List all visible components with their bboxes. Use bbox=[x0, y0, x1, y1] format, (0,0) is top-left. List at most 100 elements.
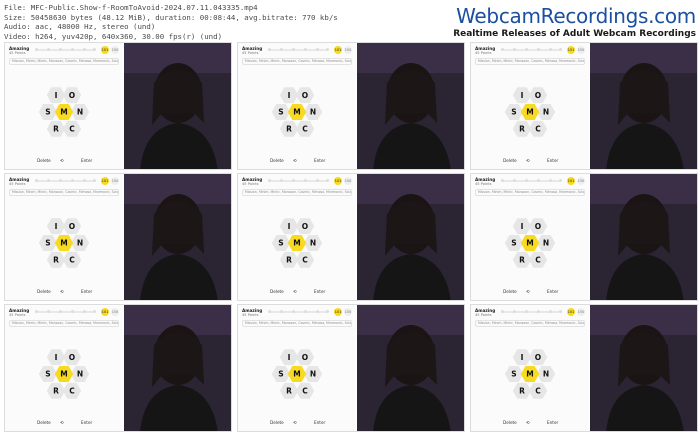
delete-button[interactable]: Delete bbox=[503, 158, 517, 163]
progress-bar bbox=[501, 48, 562, 51]
found-words-bar[interactable]: Mission, Minim, Mimic, Monsoon, Cosmic, … bbox=[242, 58, 352, 65]
shuffle-icon[interactable]: ⟲ bbox=[293, 420, 297, 425]
webcam-figure bbox=[357, 43, 464, 169]
score-header: Amazing 45 Points 101 150 bbox=[242, 46, 352, 56]
found-words-bar[interactable]: Mission, Minim, Mimic, Monsoon, Cosmic, … bbox=[475, 58, 585, 65]
shuffle-icon[interactable]: ⟲ bbox=[526, 420, 530, 425]
hive-letter: N bbox=[543, 108, 549, 117]
hive-letter: S bbox=[278, 108, 283, 117]
delete-button[interactable]: Delete bbox=[270, 289, 284, 294]
letter-hive: I ONC RS M bbox=[497, 341, 563, 407]
hive-letter: I bbox=[521, 353, 524, 362]
video-frame[interactable]: Amazing 45 Points 101 150 Mission, Minim… bbox=[237, 42, 465, 170]
shuffle-icon[interactable]: ⟲ bbox=[60, 289, 64, 294]
points-label: 45 Points bbox=[242, 51, 259, 55]
delete-button[interactable]: Delete bbox=[503, 289, 517, 294]
spelling-bee-panel: Amazing 45 Points 101 150 Mission, Minim… bbox=[5, 43, 123, 169]
score-header: Amazing 45 Points 101 150 bbox=[475, 46, 585, 56]
shuffle-icon[interactable]: ⟲ bbox=[60, 158, 64, 163]
score-badge: 101 bbox=[101, 46, 109, 54]
enter-button[interactable]: Enter bbox=[81, 289, 92, 294]
found-words-bar[interactable]: Mission, Minim, Mimic, Monsoon, Cosmic, … bbox=[242, 189, 352, 196]
hive-letter: O bbox=[535, 222, 541, 231]
hive-letter: R bbox=[519, 255, 525, 264]
enter-button[interactable]: Enter bbox=[81, 420, 92, 425]
spelling-bee-panel: Amazing 45 Points 101 150 Mission, Minim… bbox=[238, 305, 356, 431]
score-header: Amazing 45 Points 101 150 bbox=[9, 46, 119, 56]
delete-button[interactable]: Delete bbox=[37, 158, 51, 163]
video-frame[interactable]: Amazing 45 Points 101 150 Mission, Minim… bbox=[470, 304, 698, 432]
enter-button[interactable]: Enter bbox=[81, 158, 92, 163]
max-score-badge: 150 bbox=[111, 177, 119, 185]
score-badge: 101 bbox=[567, 308, 575, 316]
found-words-bar[interactable]: Mission, Minim, Mimic, Monsoon, Cosmic, … bbox=[9, 58, 119, 65]
webcam-figure bbox=[590, 43, 697, 169]
video-frame[interactable]: Amazing 45 Points 101 150 Mission, Minim… bbox=[4, 173, 232, 301]
delete-button[interactable]: Delete bbox=[270, 420, 284, 425]
hive-letter: N bbox=[310, 370, 316, 379]
hive-svg: I ONC RS M bbox=[271, 218, 323, 268]
shuffle-icon[interactable]: ⟲ bbox=[526, 158, 530, 163]
score-badge: 101 bbox=[334, 46, 342, 54]
score-badge: 101 bbox=[334, 177, 342, 185]
hive-svg: I ONC RS M bbox=[271, 349, 323, 399]
hive-letter: M bbox=[526, 108, 533, 117]
enter-button[interactable]: Enter bbox=[314, 420, 325, 425]
audio-info: Audio: aac, 48000 Hz, stereo (und) bbox=[4, 22, 156, 32]
delete-button[interactable]: Delete bbox=[37, 289, 51, 294]
delete-button[interactable]: Delete bbox=[503, 420, 517, 425]
shuffle-icon[interactable]: ⟲ bbox=[293, 289, 297, 294]
hive-letter: R bbox=[286, 386, 292, 395]
enter-button[interactable]: Enter bbox=[547, 158, 558, 163]
found-words-bar[interactable]: Mission, Minim, Mimic, Monsoon, Cosmic, … bbox=[242, 320, 352, 327]
points-label: 45 Points bbox=[475, 313, 492, 317]
progress-bar bbox=[35, 179, 96, 182]
hive-svg: I ONC RS M bbox=[38, 349, 90, 399]
found-words-bar[interactable]: Mission, Minim, Mimic, Monsoon, Cosmic, … bbox=[9, 320, 119, 327]
spelling-bee-panel: Amazing 45 Points 101 150 Mission, Minim… bbox=[471, 174, 589, 300]
points-label: 45 Points bbox=[9, 182, 26, 186]
max-score-badge: 150 bbox=[344, 308, 352, 316]
video-frame[interactable]: Amazing 45 Points 101 150 Mission, Minim… bbox=[4, 304, 232, 432]
delete-button[interactable]: Delete bbox=[37, 420, 51, 425]
video-frame[interactable]: Amazing 45 Points 101 150 Mission, Minim… bbox=[237, 173, 465, 301]
enter-button[interactable]: Enter bbox=[314, 289, 325, 294]
hive-letter: M bbox=[526, 370, 533, 379]
game-buttons: Delete ⟲ Enter bbox=[238, 289, 356, 297]
points-label: 45 Points bbox=[242, 313, 259, 317]
file-info: File: MFC-Public.Show-f-RoomToAvoid-2024… bbox=[4, 3, 338, 41]
hive-letter: I bbox=[288, 353, 291, 362]
letter-hive: I ONC RS M bbox=[497, 210, 563, 276]
webcam-view bbox=[590, 174, 697, 300]
hive-letter: O bbox=[302, 91, 308, 100]
enter-button[interactable]: Enter bbox=[314, 158, 325, 163]
max-score-badge: 150 bbox=[577, 308, 585, 316]
game-buttons: Delete ⟲ Enter bbox=[5, 289, 123, 297]
webcam-view bbox=[590, 305, 697, 431]
video-frame[interactable]: Amazing 45 Points 101 150 Mission, Minim… bbox=[470, 173, 698, 301]
found-words-bar[interactable]: Mission, Minim, Mimic, Monsoon, Cosmic, … bbox=[475, 320, 585, 327]
webcam-figure bbox=[124, 305, 231, 431]
hive-letter: S bbox=[45, 370, 50, 379]
shuffle-icon[interactable]: ⟲ bbox=[526, 289, 530, 294]
found-words-bar[interactable]: Mission, Minim, Mimic, Monsoon, Cosmic, … bbox=[9, 189, 119, 196]
letter-hive: I ONC RS M bbox=[264, 210, 330, 276]
hive-letter: S bbox=[278, 370, 283, 379]
video-frame[interactable]: Amazing 45 Points 101 150 Mission, Minim… bbox=[4, 42, 232, 170]
video-frame[interactable]: Amazing 45 Points 101 150 Mission, Minim… bbox=[237, 304, 465, 432]
file-size: Size: 50458630 bytes (48.12 MiB), durati… bbox=[4, 12, 338, 22]
video-frame[interactable]: Amazing 45 Points 101 150 Mission, Minim… bbox=[470, 42, 698, 170]
found-words-bar[interactable]: Mission, Minim, Mimic, Monsoon, Cosmic, … bbox=[475, 189, 585, 196]
enter-button[interactable]: Enter bbox=[547, 420, 558, 425]
max-score-badge: 150 bbox=[344, 177, 352, 185]
spelling-bee-panel: Amazing 45 Points 101 150 Mission, Minim… bbox=[5, 174, 123, 300]
score-header: Amazing 45 Points 101 150 bbox=[9, 177, 119, 187]
shuffle-icon[interactable]: ⟲ bbox=[60, 420, 64, 425]
hive-letter: I bbox=[55, 353, 58, 362]
letter-hive: I ONC RS M bbox=[31, 210, 97, 276]
shuffle-icon[interactable]: ⟲ bbox=[293, 158, 297, 163]
enter-button[interactable]: Enter bbox=[547, 289, 558, 294]
score-header: Amazing 45 Points 101 150 bbox=[9, 308, 119, 318]
max-score-badge: 150 bbox=[577, 177, 585, 185]
delete-button[interactable]: Delete bbox=[270, 158, 284, 163]
